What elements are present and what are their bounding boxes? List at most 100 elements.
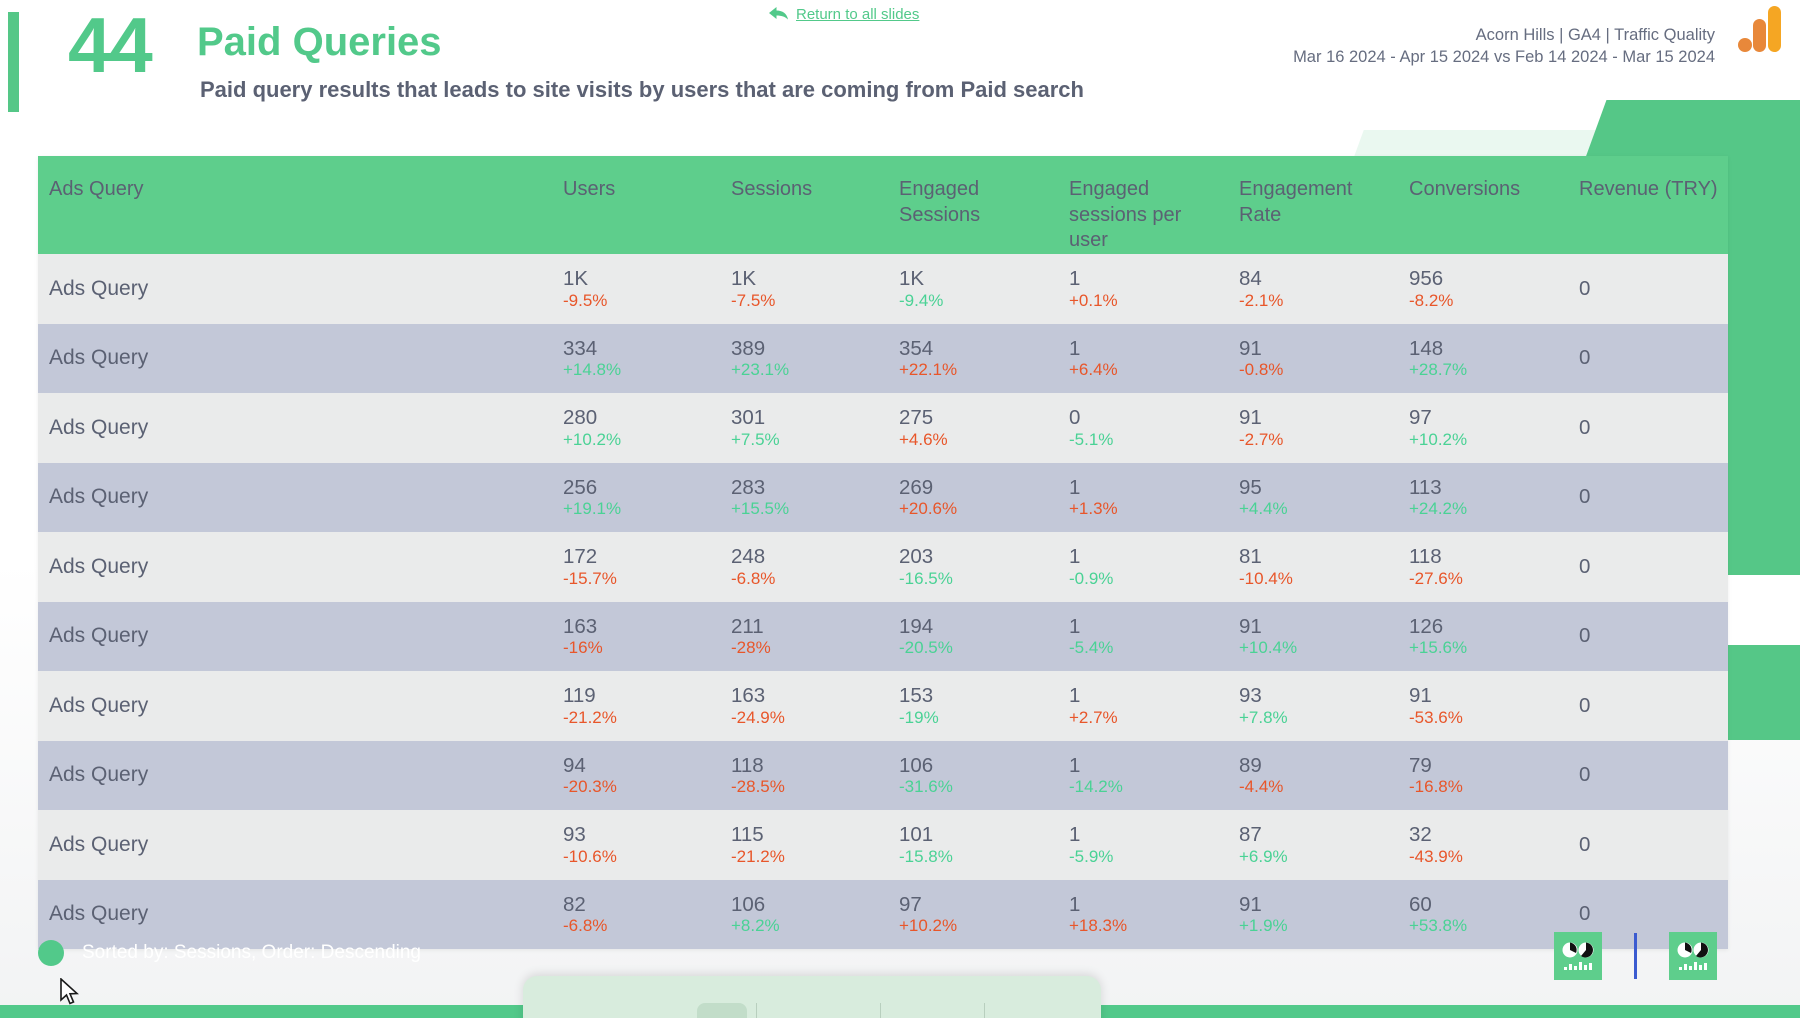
metric-delta: -28.5% [731,777,785,797]
cell-ads-query: Ads Query [38,463,553,533]
table-row[interactable]: Ads Query 280 +10.2% 301 +7.5% 275 +4.6% 0 -5.1%… [38,393,1728,463]
metric-value: 1 [1069,545,1081,569]
metric-delta: +10.2% [563,429,622,449]
ads-query-label: Ads Query [49,693,149,717]
metric-delta: -4.4% [1239,777,1284,797]
metric-value: 118 [731,753,764,777]
metric-delta: -43.9% [1409,846,1463,866]
cell-engaged-sessions: 203 -16.5% [889,532,1059,602]
metric-value: 280 [563,406,598,430]
cell-engaged-sessions: 101 -15.8% [889,810,1059,880]
capture-selected-portion-button[interactable] [697,1003,747,1018]
table-row[interactable]: Ads Query 82 -6.8% 106 +8.2% 97 +10.2% 1 +18.3% 9… [38,879,1728,950]
record-selected-portion-button[interactable] [821,1003,871,1018]
cell-engaged-sessions: 354 +22.1% [889,324,1059,394]
chart-widget-button-left[interactable] [1554,932,1602,980]
metric-value: 956 [1409,267,1444,291]
column-header-engaged-sessions[interactable]: Engaged Sessions [889,156,1059,228]
cell-engagement-rate: 84 -2.1% [1229,254,1399,324]
cell-revenue: 0 [1569,602,1728,672]
metric-delta: +22.1% [899,360,958,380]
metric-delta: -20.3% [563,777,617,797]
metric-delta: +23.1% [731,360,790,380]
table-row[interactable]: Ads Query 119 -21.2% 163 -24.9% 153 -19% 1 +2.7%… [38,671,1728,741]
column-header-ads-query[interactable]: Ads Query [38,156,553,203]
column-header-engaged-sessions-per-user[interactable]: Engaged sessions per user [1059,156,1229,254]
metric-value: 81 [1239,545,1262,569]
cell-conversions: 118 -27.6% [1399,532,1569,602]
column-header-sessions[interactable]: Sessions [721,156,889,203]
column-header-conversions[interactable]: Conversions [1399,156,1569,203]
metric-delta: -9.5% [563,290,608,310]
metric-delta: +0.1% [1069,290,1118,310]
ads-query-label: Ads Query [49,346,149,370]
chart-widget-button-right[interactable] [1669,932,1717,980]
metric-delta: -5.4% [1069,638,1114,658]
toolbar-divider [880,1003,881,1018]
metric-value: 94 [563,753,586,777]
metric-value: 334 [563,336,598,360]
table-row[interactable]: Ads Query 93 -10.6% 115 -21.2% 101 -15.8% 1 -5.9… [38,810,1728,880]
metric-value: 153 [899,684,934,708]
ads-query-label: Ads Query [49,554,149,578]
revenue-value: 0 [1579,693,1591,717]
capture-selected-window-button[interactable] [642,1003,692,1018]
metric-value: 269 [899,475,934,499]
cell-conversions: 97 +10.2% [1399,393,1569,463]
cell-users: 334 +14.8% [553,324,721,394]
metric-value: 211 [731,614,764,638]
ads-query-label: Ads Query [49,276,149,300]
cell-engaged-sessions: 97 +10.2% [889,880,1059,950]
table-row[interactable]: Ads Query 256 +19.1% 283 +15.5% 269 +20.6% 1 +1.… [38,462,1728,533]
capture-entire-screen-button[interactable] [587,1003,637,1018]
toolbar-divider [983,1003,985,1018]
metric-block: 1 +0.1% [1069,268,1221,309]
metric-block: 334 +14.8% [563,338,713,379]
table-row[interactable]: Ads Query 163 -16% 211 -28% 194 -20.5% 1 -5.4% 91… [38,601,1728,672]
corner-action-buttons [1554,932,1717,980]
column-header-engagement-rate[interactable]: Engagement Rate [1229,156,1399,228]
status-dot-icon [38,940,64,966]
revenue-value: 0 [1579,554,1591,578]
ads-query-label: Ads Query [49,763,149,787]
metric-block: 82 -6.8% [563,894,713,935]
table-row[interactable]: Ads Query 1K -9.5% 1K -7.5% 1K -9.4% 1 +0.1% 84 -2… [38,254,1728,324]
metric-delta: +15.6% [1409,638,1468,658]
metric-delta: -6.8% [731,568,776,588]
metric-block: 1 -14.2% [1069,755,1221,796]
sort-note-label: Sorted by: Sessions, Order: Descending [82,942,422,963]
record-entire-screen-button[interactable] [766,1003,816,1018]
metric-value: 256 [563,475,598,499]
cell-engaged-sessions: 153 -19% [889,671,1059,741]
metric-value: 354 [899,336,934,360]
metric-value: 106 [899,753,934,777]
ads-query-label: Ads Query [49,415,149,439]
column-header-revenue[interactable]: Revenue (TRY) [1569,156,1728,203]
revenue-value: 0 [1579,485,1591,509]
table-row[interactable]: Ads Query 334 +14.8% 389 +23.1% 354 +22.1% 1 +6.… [38,323,1728,394]
metric-value: 93 [1239,684,1262,708]
return-link-label[interactable]: Return to all slides [796,6,919,23]
cell-sessions: 163 -24.9% [721,671,889,741]
metric-delta: -10.6% [563,846,617,866]
cell-engagement-rate: 93 +7.8% [1229,671,1399,741]
table-row[interactable]: Ads Query 172 -15.7% 248 -6.8% 203 -16.5% 1 -0.9… [38,532,1728,602]
return-to-all-slides-link[interactable]: Return to all slides [767,5,919,23]
toolbar-close-button[interactable] [532,1003,582,1018]
metric-value: 60 [1409,892,1432,916]
cell-engagement-rate: 91 +10.4% [1229,602,1399,672]
metric-block: 1 -0.9% [1069,546,1221,587]
pie-bar-chart-icon [1562,942,1594,970]
table-header-row: Ads Query Users Sessions Engaged Session… [38,156,1728,254]
cell-users: 172 -15.7% [553,532,721,602]
column-header-users[interactable]: Users [553,156,721,203]
date-range-label: Mar 16 2024 - Apr 15 2024 vs Feb 14 2024… [1293,47,1715,66]
table-row[interactable]: Ads Query 94 -20.3% 118 -28.5% 106 -31.6% 1 -14.… [38,740,1728,810]
metric-value: 113 [1409,475,1442,499]
metric-delta: +15.5% [731,499,790,519]
cell-sessions: 283 +15.5% [721,463,889,533]
metric-block: 163 -16% [563,616,713,657]
cell-revenue: 0 [1569,810,1728,880]
metric-block: 94 -20.3% [563,755,713,796]
cell-sessions: 301 +7.5% [721,393,889,463]
